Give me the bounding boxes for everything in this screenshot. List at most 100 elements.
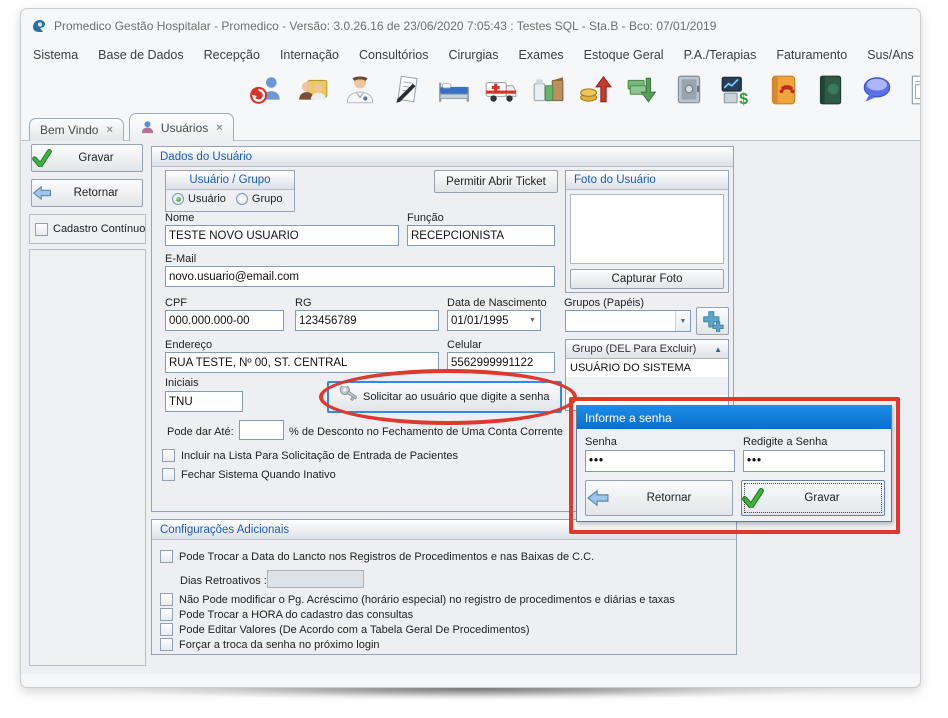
app-window: Promedico Gestão Hospitalar - Promedico … [20, 8, 921, 688]
trocar-hora-option[interactable]: Pode Trocar a HORA do cadastro das consu… [160, 608, 413, 621]
patients-icon[interactable] [296, 73, 330, 107]
cadastro-continuo-option[interactable]: Cadastro Contínuo [29, 214, 146, 244]
trocar-data-lancto-checkbox[interactable] [160, 550, 173, 563]
dialog-retornar-label: Retornar [618, 492, 720, 504]
menu-internacao[interactable]: Internação [270, 46, 349, 64]
grupos-list-header[interactable]: Grupo (DEL Para Excluir) ▲ [566, 340, 728, 359]
svg-text:$: $ [739, 91, 748, 107]
redigite-senha-input[interactable] [743, 450, 885, 472]
menu-consultorios[interactable]: Consultórios [349, 46, 438, 64]
celular-input[interactable] [447, 352, 555, 373]
trocar-data-lancto-option[interactable]: Pode Trocar a Data do Lancto nos Registr… [160, 550, 594, 563]
capturar-foto-button[interactable]: Capturar Foto [570, 269, 724, 289]
grupos-dropdown-icon[interactable]: ▼ [675, 311, 690, 331]
menu-recepcao[interactable]: Recepção [194, 46, 270, 64]
finance-icon[interactable]: $ [719, 73, 753, 107]
iniciais-label: Iniciais [165, 377, 199, 389]
nome-input[interactable] [165, 225, 399, 246]
incluir-lista-option[interactable]: Incluir na Lista Para Solicitação de Ent… [162, 449, 458, 462]
expense-down-icon[interactable] [625, 73, 659, 107]
tab-close-icon[interactable]: × [216, 122, 222, 134]
prescription-icon[interactable] [390, 73, 424, 107]
foto-preview [570, 194, 724, 264]
nao-modificar-acrescimo-option[interactable]: Não Pode modificar o Pg. Acréscimo (horá… [160, 593, 675, 606]
gravar-button[interactable]: Gravar [31, 144, 143, 172]
cadastro-continuo-label: Cadastro Contínuo [53, 223, 145, 235]
nascimento-dropdown-icon[interactable]: ▼ [525, 311, 540, 330]
editar-valores-option[interactable]: Pode Editar Valores (De Acordo com a Tab… [160, 623, 530, 636]
dialog-gravar-button[interactable]: Gravar [741, 480, 885, 516]
email-label: E-Mail [165, 253, 196, 265]
grupos-combo[interactable]: ▼ [565, 310, 691, 332]
permitir-abrir-ticket-button[interactable]: Permitir Abrir Ticket [434, 170, 558, 193]
desconto-suffix: % de Desconto no Fechamento de Uma Conta… [289, 426, 563, 438]
email-input[interactable] [165, 266, 555, 287]
cadastro-continuo-checkbox[interactable] [35, 223, 48, 236]
incluir-lista-checkbox[interactable] [162, 449, 175, 462]
solicitar-senha-button[interactable]: Solicitar ao usuário que digite a senha [327, 381, 562, 413]
add-grupo-button[interactable] [696, 307, 729, 335]
forcar-troca-senha-checkbox[interactable] [160, 638, 173, 651]
solicitar-senha-label: Solicitar ao usuário que digite a senha [363, 391, 550, 403]
menu-base-de-dados[interactable]: Base de Dados [88, 46, 193, 64]
report-icon[interactable] [907, 73, 920, 107]
foto-usuario-title: Foto do Usuário [574, 174, 656, 186]
endereco-input[interactable] [165, 352, 439, 373]
menu-sistema[interactable]: Sistema [23, 46, 88, 64]
fechar-sistema-label: Fechar Sistema Quando Inativo [181, 469, 336, 481]
senha-input[interactable] [585, 450, 735, 472]
dialog-retornar-button[interactable]: Retornar [585, 480, 733, 516]
menu-pa-terapias[interactable]: P.A./Terapias [674, 46, 767, 64]
trocar-hora-checkbox[interactable] [160, 608, 173, 621]
config-adicionais-title: Configurações Adicionais [160, 524, 289, 536]
sort-asc-icon: ▲ [714, 345, 722, 354]
funcao-input[interactable] [407, 225, 555, 246]
sync-users-icon[interactable] [249, 73, 283, 107]
tab-close-icon[interactable]: × [106, 124, 112, 136]
dialog-gravar-label: Gravar [772, 492, 872, 504]
nao-modificar-acrescimo-checkbox[interactable] [160, 593, 173, 606]
nao-modificar-acrescimo-label: Não Pode modificar o Pg. Acréscimo (horá… [179, 594, 675, 606]
menu-faturamento[interactable]: Faturamento [766, 46, 857, 64]
tipo-header-label: Usuário / Grupo [189, 174, 270, 186]
editar-valores-checkbox[interactable] [160, 623, 173, 636]
tab-usuarios[interactable]: Usuários × [129, 113, 234, 141]
trocar-hora-label: Pode Trocar a HORA do cadastro das consu… [179, 609, 413, 621]
foto-usuario-group: Foto do Usuário Capturar Foto [565, 170, 729, 293]
phonebook-icon[interactable] [766, 73, 800, 107]
fechar-sistema-checkbox[interactable] [162, 468, 175, 481]
radio-grupo[interactable] [236, 193, 248, 205]
fechar-sistema-option[interactable]: Fechar Sistema Quando Inativo [162, 468, 336, 481]
ambulance-icon[interactable] [484, 73, 518, 107]
desconto-input[interactable] [239, 420, 284, 440]
nascimento-value: 01/01/1995 [448, 315, 525, 327]
safe-icon[interactable] [672, 73, 706, 107]
menu-sus-ans[interactable]: Sus/Ans [857, 46, 920, 64]
menu-exames[interactable]: Exames [509, 46, 574, 64]
nascimento-input[interactable]: 01/01/1995 ▼ [447, 310, 541, 331]
informe-senha-dialog: Informe a senha Senha Redigite a Senha R… [576, 405, 892, 522]
revenue-up-icon[interactable] [578, 73, 612, 107]
tab-bem-vindo[interactable]: Bem Vindo × [29, 118, 124, 141]
trocar-data-lancto-label: Pode Trocar a Data do Lancto nos Registr… [179, 551, 594, 563]
menu-estoque-geral[interactable]: Estoque Geral [574, 46, 674, 64]
chat-icon[interactable] [860, 73, 894, 107]
doctor-icon[interactable] [343, 73, 377, 107]
cpf-input[interactable] [165, 310, 284, 331]
rg-input[interactable] [295, 310, 439, 331]
retornar-button[interactable]: Retornar [31, 179, 143, 207]
add-plus-icon [702, 310, 724, 332]
menu-cirurgias[interactable]: Cirurgias [439, 46, 509, 64]
stock-icon[interactable] [531, 73, 565, 107]
forcar-troca-senha-option[interactable]: Forçar a troca da senha no próximo login [160, 638, 380, 651]
tab-bem-vindo-label: Bem Vindo [40, 123, 98, 137]
radio-usuario[interactable] [172, 193, 184, 205]
ledger-icon[interactable] [813, 73, 847, 107]
retornar-label: Retornar [60, 187, 132, 199]
hospital-bed-icon[interactable] [437, 73, 471, 107]
editar-valores-label: Pode Editar Valores (De Acordo com a Tab… [179, 624, 530, 636]
iniciais-input[interactable] [165, 391, 243, 412]
grupo-row[interactable]: USUÁRIO DO SISTEMA [566, 359, 728, 377]
gravar-label: Gravar [60, 152, 132, 164]
check-icon [742, 488, 764, 508]
